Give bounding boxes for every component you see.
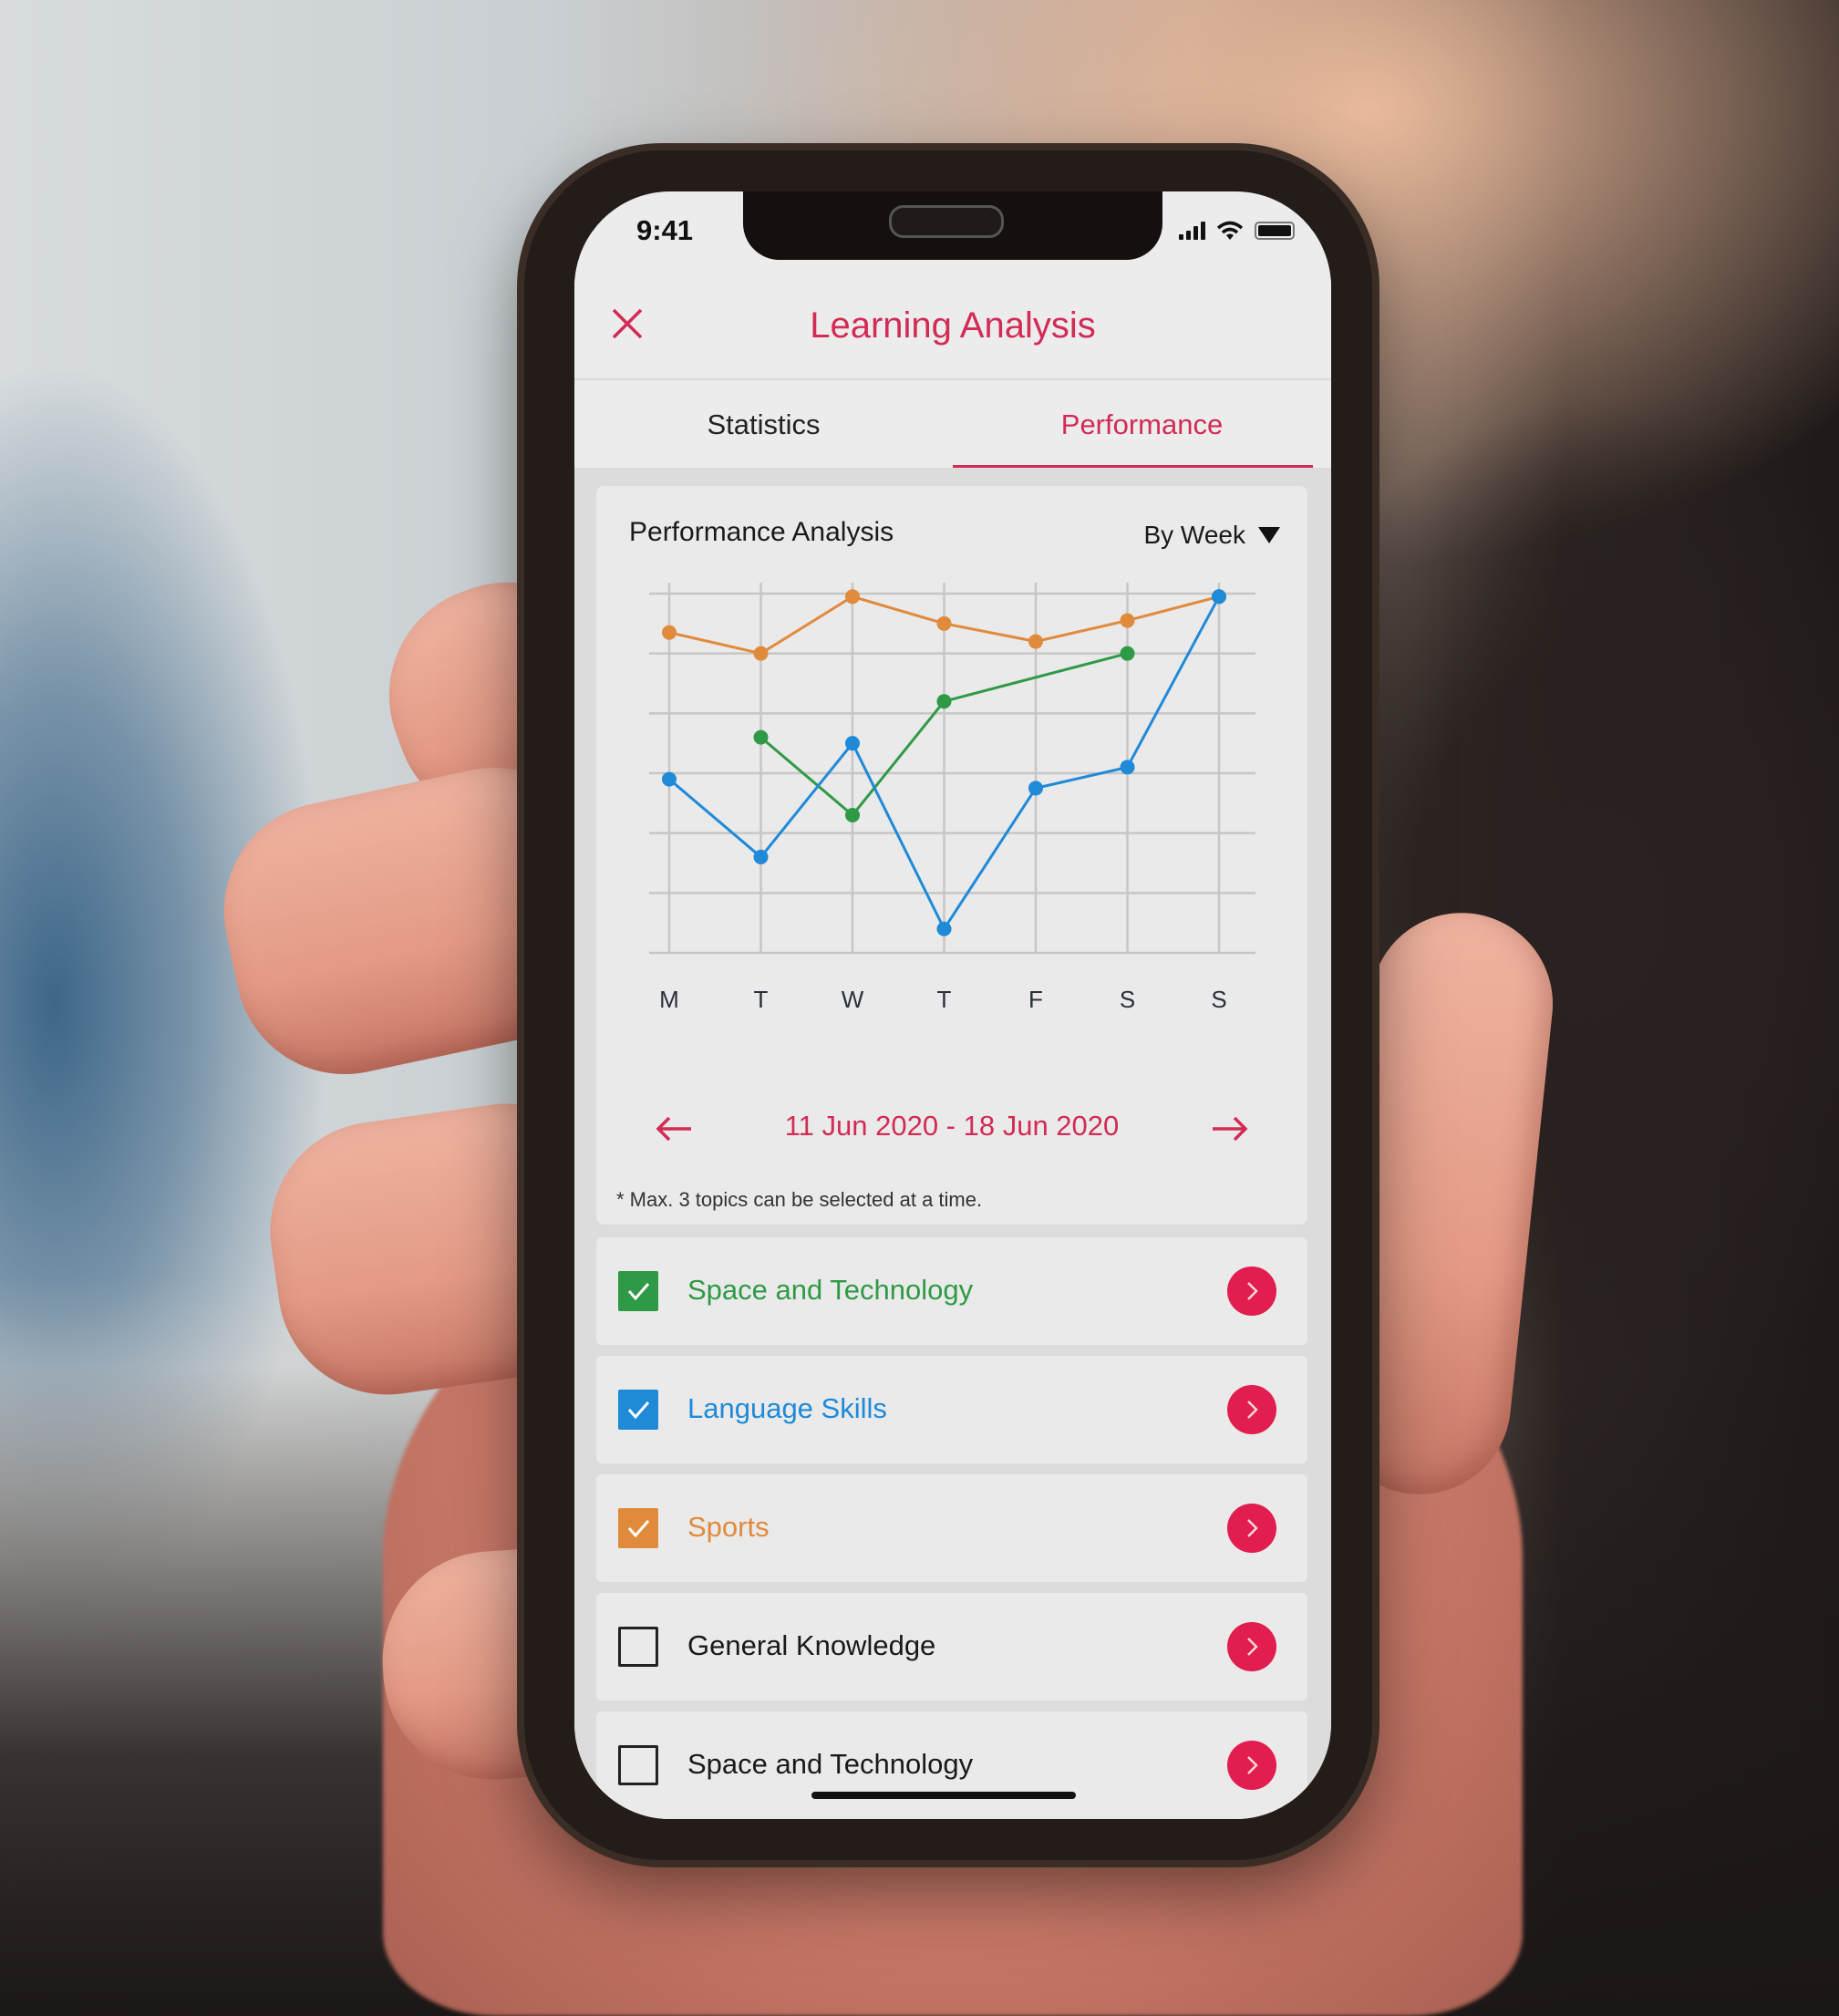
check-icon [627, 1283, 650, 1301]
topic-item[interactable]: Space and Technology [596, 1237, 1307, 1345]
topic-open-button[interactable] [1227, 1622, 1276, 1671]
topic-checkbox[interactable] [618, 1627, 658, 1667]
chevron-right-icon [1247, 1519, 1258, 1537]
topic-item[interactable]: Space and Technology [596, 1711, 1307, 1819]
topic-open-button[interactable] [1227, 1504, 1276, 1553]
x-tick-label: S [1211, 986, 1226, 1013]
data-point [1120, 613, 1135, 628]
selection-note: * Max. 3 topics can be selected at a tim… [616, 1188, 983, 1211]
topic-label: Language Skills [687, 1392, 887, 1424]
next-week-button[interactable] [1207, 1106, 1253, 1152]
data-point [1028, 634, 1043, 649]
x-tick-label: T [937, 986, 952, 1013]
page-title: Learning Analysis [810, 305, 1096, 346]
x-tick-label: S [1120, 986, 1135, 1013]
performance-chart-card: Performance Analysis By Week MTWTFSS 11 … [596, 486, 1307, 1225]
topic-checkbox[interactable] [618, 1271, 658, 1311]
check-icon [627, 1401, 650, 1420]
topic-list: Space and Technology Language Skills Sport… [596, 1237, 1307, 1819]
chevron-right-icon [1247, 1401, 1258, 1419]
topic-checkbox[interactable] [618, 1745, 658, 1785]
wifi-icon [1216, 221, 1244, 240]
notch [743, 191, 1162, 260]
data-point [845, 807, 860, 822]
data-point [1212, 589, 1226, 605]
topic-label: General Knowledge [687, 1629, 936, 1661]
data-point [1120, 646, 1135, 661]
topic-item[interactable]: General Knowledge [596, 1593, 1307, 1701]
line-chart: MTWTFSS [649, 583, 1255, 1013]
topic-item[interactable]: Language Skills [596, 1356, 1307, 1463]
phone-screen: 9:41 Learning Analysis Statistics Perfor… [574, 191, 1331, 1819]
data-point [936, 615, 952, 631]
topic-open-button[interactable] [1227, 1385, 1276, 1434]
status-icons [1179, 221, 1295, 241]
data-point [662, 625, 677, 640]
data-point [1028, 781, 1043, 796]
data-point [845, 736, 860, 751]
chevron-right-icon [1247, 1282, 1258, 1300]
x-tick-label: F [1028, 986, 1043, 1013]
topic-item[interactable]: Sports [596, 1474, 1307, 1582]
battery-icon [1255, 222, 1295, 240]
topic-label: Sports [687, 1511, 770, 1543]
date-navigator: 11 Jun 2020 - 18 Jun 2020 [596, 1106, 1307, 1152]
data-point [753, 646, 769, 661]
date-range: 11 Jun 2020 - 18 Jun 2020 [784, 1110, 1120, 1142]
data-point [936, 694, 952, 709]
tab-statistics[interactable]: Statistics [574, 380, 953, 470]
speaker [889, 205, 1004, 238]
content-area: Performance Analysis By Week MTWTFSS 11 … [574, 468, 1331, 1819]
signal-icon [1179, 222, 1205, 240]
x-tick-label: T [754, 986, 769, 1013]
x-tick-label: W [842, 986, 864, 1013]
data-point [845, 589, 860, 605]
data-point [662, 771, 677, 787]
data-point [1120, 760, 1135, 775]
data-point [936, 921, 952, 936]
topic-label: Space and Technology [687, 1274, 974, 1306]
data-point [753, 729, 769, 745]
check-icon [627, 1520, 650, 1538]
app-header: Learning Analysis [574, 278, 1331, 378]
home-indicator [811, 1792, 1076, 1799]
tab-bar: Statistics Performance [574, 378, 1331, 470]
topic-open-button[interactable] [1227, 1741, 1276, 1790]
status-time: 9:41 [636, 214, 694, 246]
chevron-right-icon [1247, 1638, 1258, 1656]
topic-open-button[interactable] [1227, 1266, 1276, 1316]
chevron-right-icon [1247, 1756, 1258, 1774]
topic-checkbox[interactable] [618, 1508, 658, 1548]
arrow-right-icon [1213, 1116, 1248, 1142]
tab-performance[interactable]: Performance [953, 380, 1331, 470]
topic-checkbox[interactable] [618, 1390, 658, 1430]
x-tick-label: M [659, 986, 679, 1013]
data-point [753, 849, 769, 864]
topic-label: Space and Technology [687, 1748, 974, 1780]
